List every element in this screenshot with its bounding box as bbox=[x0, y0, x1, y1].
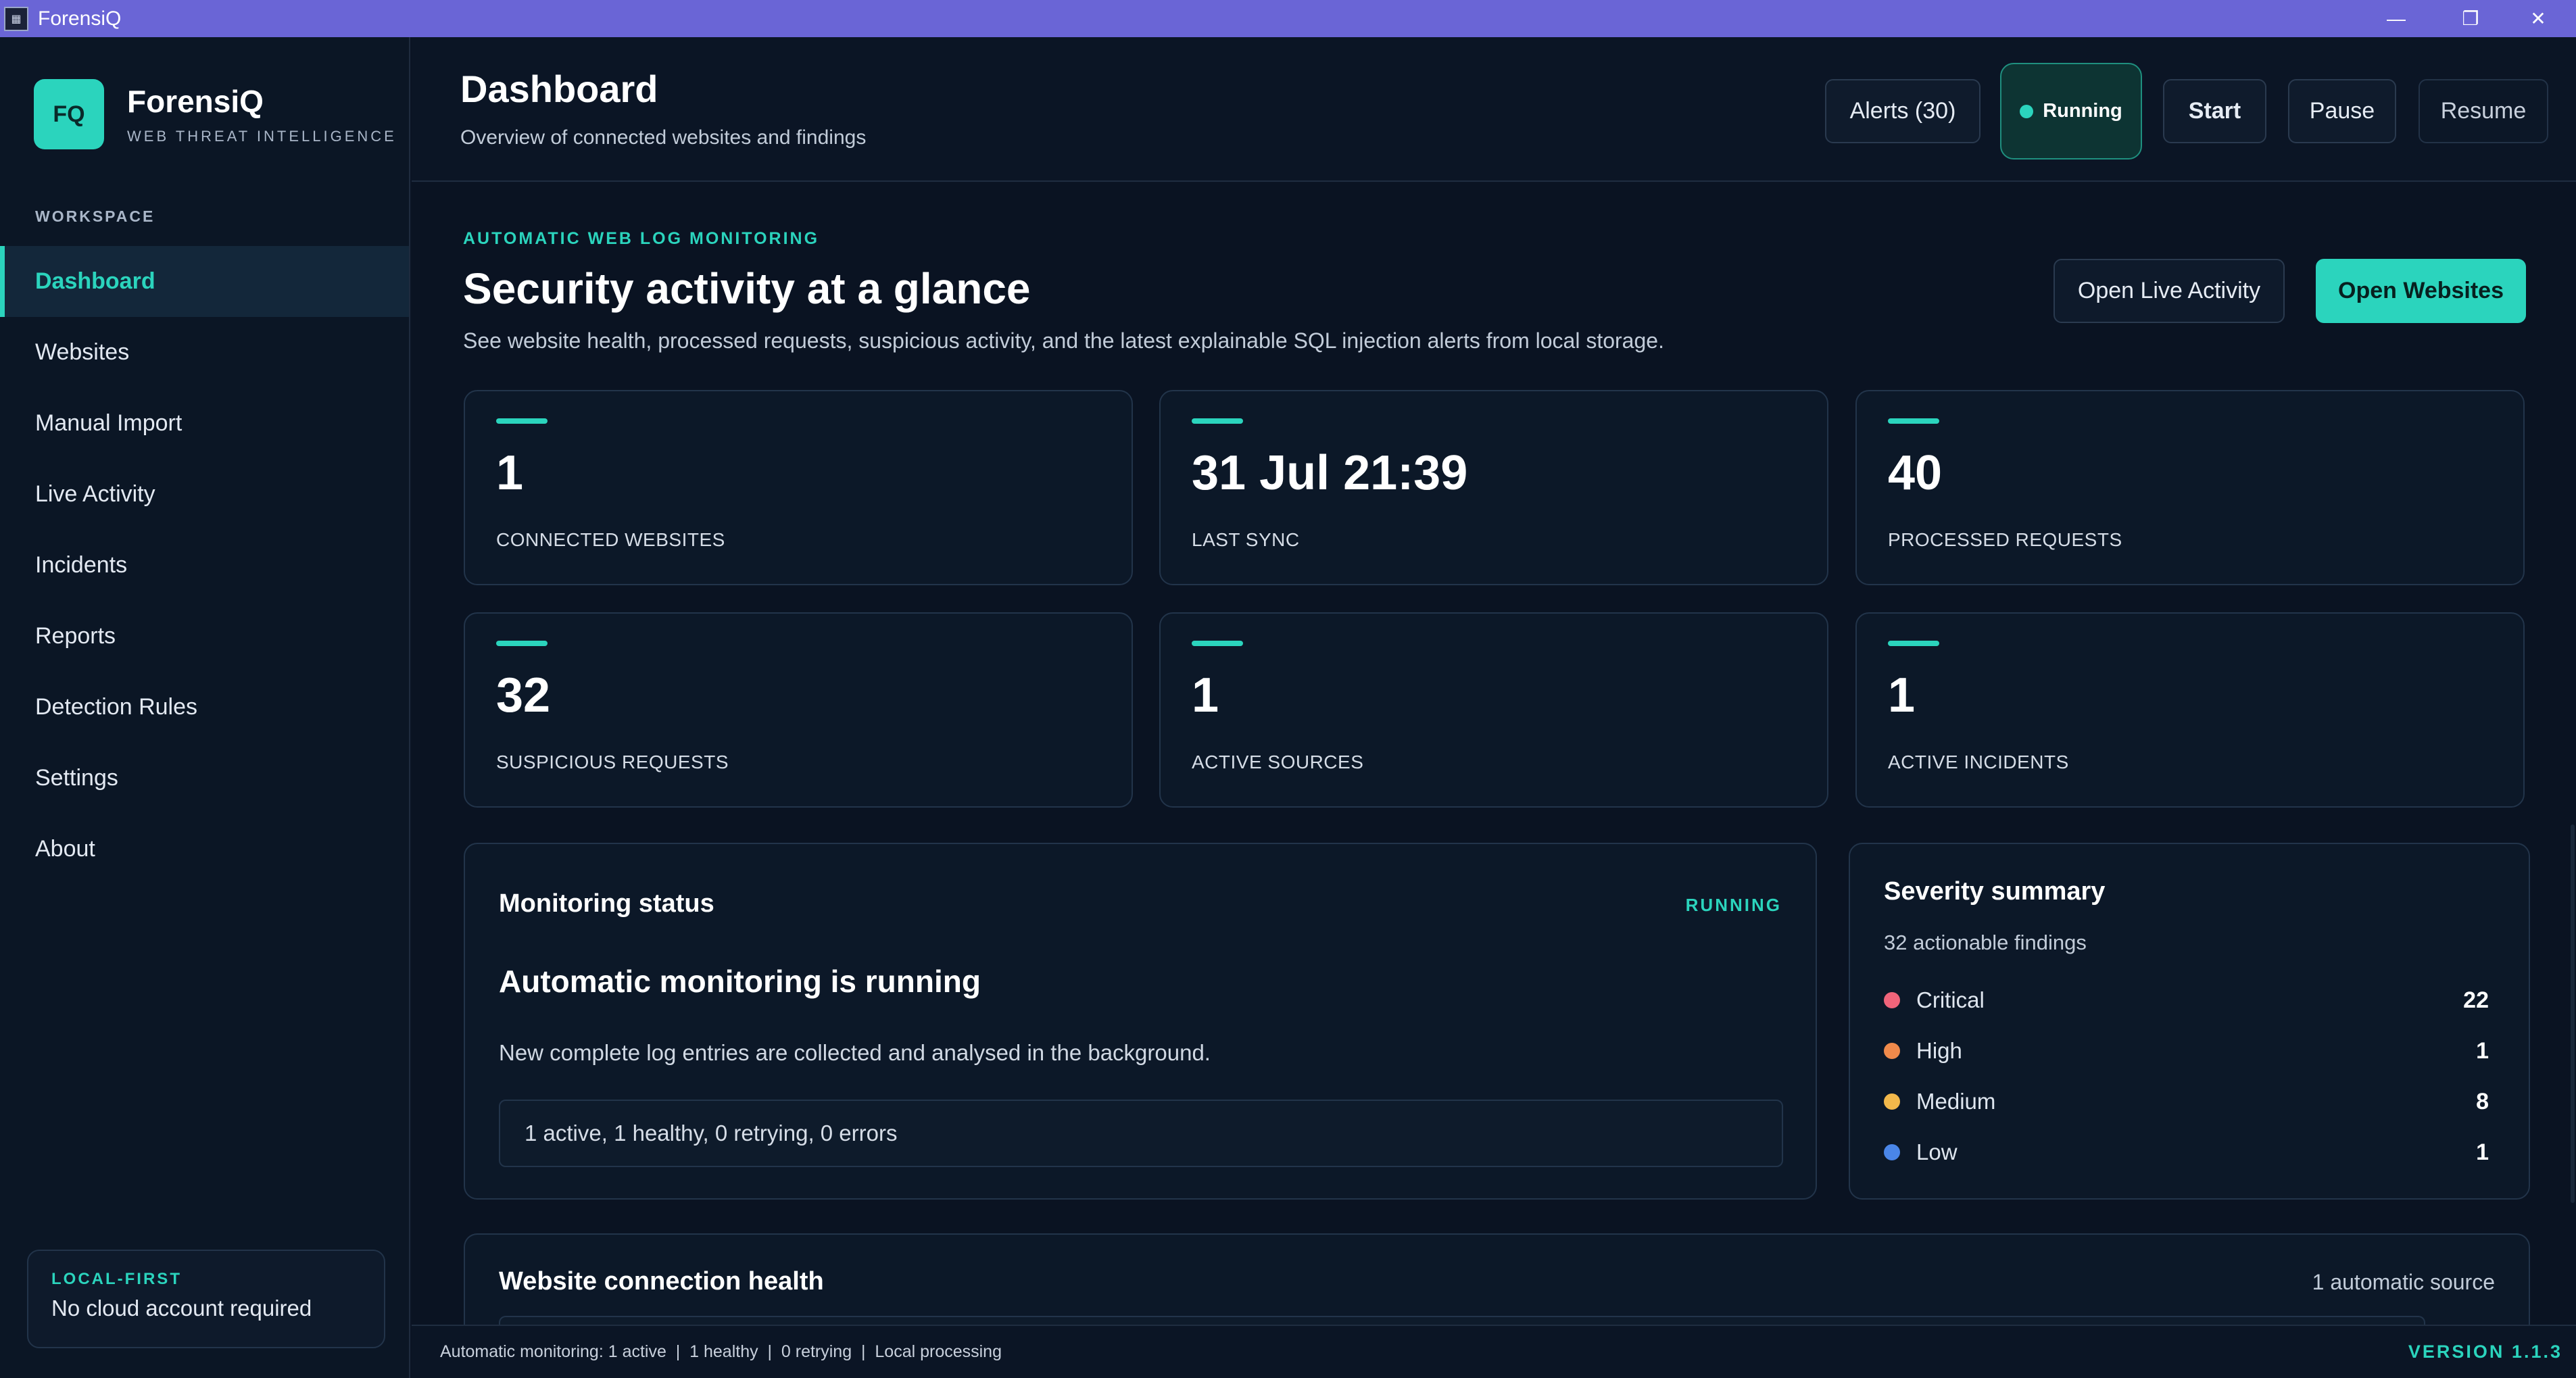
running-status-label: Running bbox=[2043, 100, 2122, 122]
sidebar-item-incidents[interactable]: Incidents bbox=[0, 530, 409, 601]
hero-subtitle: See website health, processed requests, … bbox=[463, 328, 1664, 353]
stat-value: 1 bbox=[1192, 668, 1219, 722]
severity-row-critical: Critical 22 bbox=[1884, 983, 2489, 1017]
stat-value: 1 bbox=[496, 446, 524, 500]
stat-label: PROCESSED REQUESTS bbox=[1888, 529, 2122, 550]
sidebar-item-about[interactable]: About bbox=[0, 814, 409, 885]
stat-card-suspicious-requests: 32 SUSPICIOUS REQUESTS bbox=[464, 612, 1133, 808]
severity-summary-subtitle: 32 actionable findings bbox=[1884, 931, 2087, 954]
stat-accent-bar bbox=[1192, 641, 1243, 646]
stat-label: ACTIVE SOURCES bbox=[1192, 752, 1364, 772]
hero-eyebrow: AUTOMATIC WEB LOG MONITORING bbox=[463, 229, 820, 248]
high-dot-icon bbox=[1884, 1043, 1900, 1059]
local-first-label: LOCAL-FIRST bbox=[51, 1270, 182, 1288]
page-header: Dashboard Overview of connected websites… bbox=[412, 37, 2576, 182]
workspace-section-label: WORKSPACE bbox=[35, 207, 155, 225]
severity-count: 22 bbox=[2463, 987, 2489, 1013]
stat-accent-bar bbox=[1888, 418, 1939, 424]
status-bar: Automatic monitoring: 1 active | 1 healt… bbox=[412, 1325, 2576, 1378]
running-dot-icon bbox=[2020, 104, 2034, 118]
stat-value: 31 Jul 21:39 bbox=[1192, 446, 1468, 500]
monitoring-headline: Automatic monitoring is running bbox=[499, 964, 981, 999]
severity-summary-title: Severity summary bbox=[1884, 877, 2106, 906]
window-titlebar: ▦ ForensiQ — ❐ ✕ bbox=[0, 0, 2576, 37]
severity-count: 1 bbox=[2476, 1139, 2489, 1165]
sidebar-item-live-activity[interactable]: Live Activity bbox=[0, 459, 409, 530]
severity-row-high: High 1 bbox=[1884, 1034, 2489, 1068]
brand-name: ForensiQ bbox=[127, 84, 264, 119]
stat-label: SUSPICIOUS REQUESTS bbox=[496, 752, 729, 772]
sidebar-item-websites[interactable]: Websites bbox=[0, 317, 409, 388]
sidebar-item-settings[interactable]: Settings bbox=[0, 743, 409, 814]
app-icon: ▦ bbox=[4, 6, 28, 31]
sidebar-item-manual-import[interactable]: Manual Import bbox=[0, 388, 409, 459]
stat-value: 1 bbox=[1888, 668, 1916, 722]
hero-title: Security activity at a glance bbox=[463, 264, 1031, 313]
version-label: VERSION 1.1.3 bbox=[2408, 1342, 2562, 1362]
open-websites-button[interactable]: Open Websites bbox=[2316, 259, 2526, 323]
brand: FQ ForensiQ WEB THREAT INTELLIGENCE bbox=[34, 79, 397, 149]
severity-count: 8 bbox=[2476, 1088, 2489, 1114]
stat-accent-bar bbox=[1888, 641, 1939, 646]
sidebar-item-reports[interactable]: Reports bbox=[0, 601, 409, 672]
severity-name: Critical bbox=[1916, 987, 1985, 1012]
severity-row-low: Low 1 bbox=[1884, 1135, 2489, 1169]
stat-label: LAST SYNC bbox=[1192, 529, 1300, 550]
automatic-source-count: 1 automatic source bbox=[2312, 1270, 2495, 1294]
stat-card-connected-websites: 1 CONNECTED WEBSITES bbox=[464, 390, 1133, 585]
window-title: ForensiQ bbox=[38, 7, 122, 30]
status-bar-text: Automatic monitoring: 1 active | 1 healt… bbox=[440, 1342, 1002, 1361]
severity-count: 1 bbox=[2476, 1037, 2489, 1064]
close-icon[interactable]: ✕ bbox=[2501, 0, 2575, 37]
medium-dot-icon bbox=[1884, 1093, 1900, 1110]
connection-health-title: Website connection health bbox=[499, 1267, 824, 1296]
severity-summary-panel: Severity summary 32 actionable findings … bbox=[1849, 843, 2530, 1200]
stat-card-processed-requests: 40 PROCESSED REQUESTS bbox=[1855, 390, 2525, 585]
page-subtitle: Overview of connected websites and findi… bbox=[460, 126, 867, 149]
stat-value: 40 bbox=[1888, 446, 1943, 500]
severity-name: Medium bbox=[1916, 1089, 1996, 1114]
monitoring-summary-box: 1 active, 1 healthy, 0 retrying, 0 error… bbox=[499, 1100, 1783, 1167]
low-dot-icon bbox=[1884, 1144, 1900, 1160]
local-first-text: No cloud account required bbox=[51, 1296, 312, 1321]
brand-logo: FQ bbox=[34, 79, 104, 149]
stat-label: CONNECTED WEBSITES bbox=[496, 529, 725, 550]
minimize-icon[interactable]: — bbox=[2359, 0, 2433, 37]
stat-card-last-sync: 31 Jul 21:39 LAST SYNC bbox=[1159, 390, 1828, 585]
page-title: Dashboard bbox=[460, 68, 658, 110]
sidebar-item-dashboard[interactable]: Dashboard bbox=[0, 246, 409, 317]
stat-accent-bar bbox=[1192, 418, 1243, 424]
local-first-card: LOCAL-FIRST No cloud account required bbox=[27, 1250, 385, 1348]
stat-accent-bar bbox=[496, 641, 548, 646]
stat-card-active-sources: 1 ACTIVE SOURCES bbox=[1159, 612, 1828, 808]
severity-name: Low bbox=[1916, 1139, 1958, 1164]
pause-button[interactable]: Pause bbox=[2288, 79, 2396, 143]
severity-name: High bbox=[1916, 1038, 1962, 1063]
monitoring-description: New complete log entries are collected a… bbox=[499, 1040, 1211, 1065]
critical-dot-icon bbox=[1884, 992, 1900, 1008]
sidebar-item-detection-rules[interactable]: Detection Rules bbox=[0, 672, 409, 743]
stat-accent-bar bbox=[496, 418, 548, 424]
severity-row-medium: Medium 8 bbox=[1884, 1085, 2489, 1118]
main-scrollbar[interactable] bbox=[2571, 825, 2575, 1203]
monitoring-status-panel: Monitoring status RUNNING Automatic moni… bbox=[464, 843, 1817, 1200]
open-live-activity-button[interactable]: Open Live Activity bbox=[2053, 259, 2285, 323]
main-content: AUTOMATIC WEB LOG MONITORING Security ac… bbox=[412, 182, 2576, 1343]
monitoring-status-title: Monitoring status bbox=[499, 889, 714, 918]
stat-value: 32 bbox=[496, 668, 551, 722]
restore-icon[interactable]: ❐ bbox=[2433, 0, 2508, 37]
resume-button[interactable]: Resume bbox=[2419, 79, 2548, 143]
alerts-button[interactable]: Alerts (30) bbox=[1825, 79, 1980, 143]
stat-label: ACTIVE INCIDENTS bbox=[1888, 752, 2069, 772]
brand-tagline: WEB THREAT INTELLIGENCE bbox=[127, 128, 397, 145]
running-status-button[interactable]: Running bbox=[2000, 63, 2142, 159]
sidebar: FQ ForensiQ WEB THREAT INTELLIGENCE WORK… bbox=[0, 37, 410, 1378]
stat-card-active-incidents: 1 ACTIVE INCIDENTS bbox=[1855, 612, 2525, 808]
monitoring-state-badge: RUNNING bbox=[1685, 895, 1782, 915]
start-button[interactable]: Start bbox=[2163, 79, 2266, 143]
sidebar-nav: Dashboard Websites Manual Import Live Ac… bbox=[0, 246, 409, 885]
